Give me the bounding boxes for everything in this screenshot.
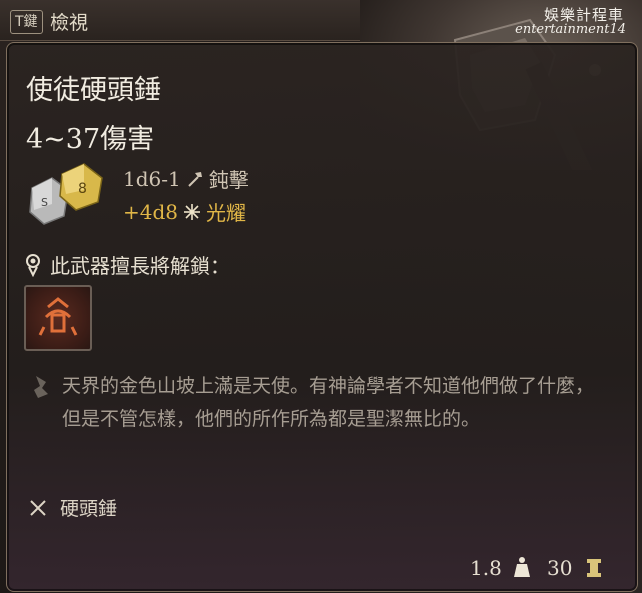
description-quill-icon (34, 376, 48, 398)
item-price: 30 (547, 556, 573, 580)
damage-line-bludgeoning: 1d6-1 鈍擊 (123, 164, 249, 193)
inspect-action-label[interactable]: 檢視 (50, 8, 88, 35)
damage-type: 光耀 (206, 201, 247, 225)
damage-dice: +4d8 (123, 199, 179, 224)
svg-text:S: S (41, 196, 48, 209)
dice-icon: S 8 (29, 163, 103, 225)
top-bar: T鍵 檢視 (0, 0, 360, 41)
skill-emblem-icon (38, 297, 78, 336)
damage-type: 鈍擊 (208, 168, 249, 192)
proficiency-label: 硬頭錘 (60, 498, 118, 520)
proficiency-unlock-header: 此武器擅長將解鎖： (24, 250, 230, 279)
weapon-action-skill-icon[interactable] (24, 285, 92, 351)
damage-line-radiant: +4d8 光耀 (123, 197, 246, 226)
svg-text:8: 8 (78, 181, 87, 197)
gold-coin-icon (587, 559, 601, 577)
radiant-icon (184, 203, 201, 220)
item-weight: 1.8 (470, 556, 502, 580)
item-description: 天界的金色山坡上滿是天使。有神論學者不知道他們做了什麼，但是不管怎樣，他們的所作… (62, 375, 595, 430)
watermark-subtext: entertainment14 (515, 22, 626, 37)
keybind-badge: T鍵 (10, 10, 43, 34)
item-name: 使徒硬頭錘 (26, 75, 161, 106)
weight-icon (514, 557, 530, 577)
hammer-icon (188, 171, 202, 187)
unlock-label: 此武器擅長將解鎖： (50, 254, 230, 278)
crossed-weapons-icon (30, 499, 46, 516)
medal-icon (26, 253, 40, 277)
damage-summary: 4~37傷害 (26, 124, 155, 155)
damage-dice: 1d6-1 (123, 166, 181, 191)
weapon-proficiency: 硬頭錘 (28, 494, 117, 521)
